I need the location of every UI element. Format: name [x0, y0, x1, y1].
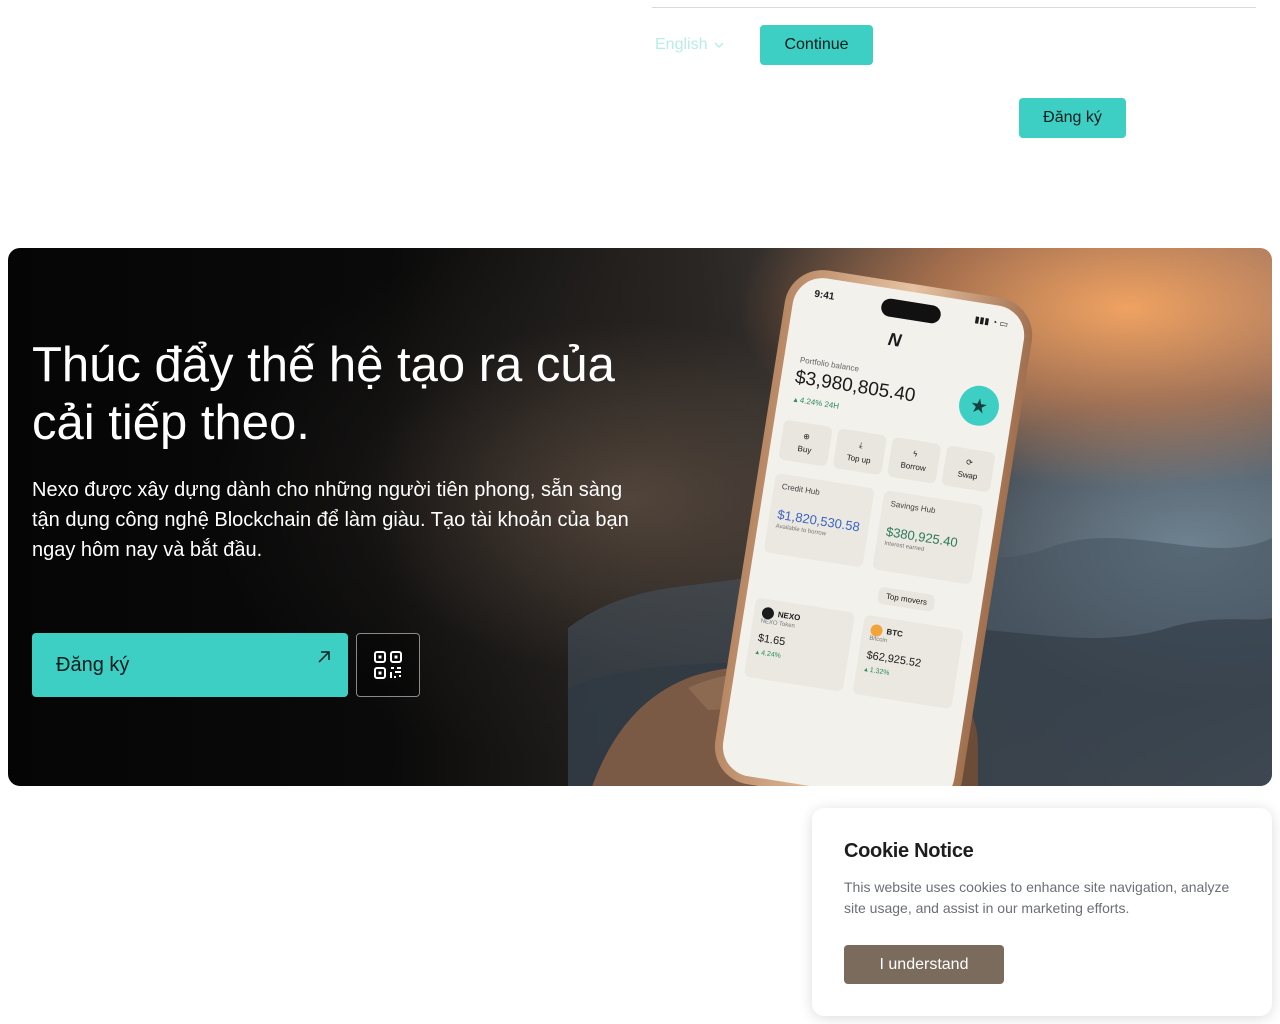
- hero-title: Thúc đẩy thế hệ tạo ra của cải tiếp theo…: [32, 338, 615, 450]
- qr-code-button[interactable]: [356, 633, 420, 697]
- language-select[interactable]: English: [655, 34, 725, 56]
- continue-button[interactable]: Continue: [760, 25, 873, 65]
- bolt-icon: ϟ: [912, 449, 918, 459]
- top-movers-label: Top movers: [876, 586, 937, 613]
- accept-cookies-button[interactable]: I understand: [844, 945, 1004, 984]
- cookie-title: Cookie Notice: [844, 840, 974, 862]
- language-label: English: [655, 36, 708, 53]
- portfolio-change: ▴ 4.24% 24H: [793, 394, 840, 411]
- chevron-down-icon: [714, 42, 724, 48]
- download-icon: ⤓: [858, 440, 864, 450]
- star-icon: ★: [956, 382, 1002, 429]
- borrow-action: ϟ Borrow: [886, 436, 942, 484]
- plus-icon: ⊕: [802, 431, 811, 442]
- qr-code-icon: [374, 651, 402, 679]
- dynamic-island: [879, 297, 943, 325]
- hero-signup-button[interactable]: Đăng ký: [32, 633, 348, 697]
- phone-mockup: 9:41 ▮▮▮ ◔ ▭ N Portfolio balance $3,980,…: [709, 264, 1126, 786]
- signup-header-button[interactable]: Đăng ký: [1019, 98, 1126, 138]
- cookie-text: This website uses cookies to enhance sit…: [844, 879, 1230, 916]
- hero-banner: 9:41 ▮▮▮ ◔ ▭ N Portfolio balance $3,980,…: [8, 248, 1272, 786]
- credit-hub-card: Credit Hub $1,820,530.58 Available to bo…: [763, 472, 875, 568]
- hero-description: Nexo được xây dựng dành cho những người …: [32, 479, 629, 561]
- phone-frame: 9:41 ▮▮▮ ◔ ▭ N Portfolio balance $3,980,…: [709, 264, 1038, 786]
- topup-action: ⤓ Top up: [832, 428, 888, 476]
- savings-hub-card: Savings Hub $380,925.40 Interest earned: [872, 490, 984, 585]
- cookie-notice: Cookie Notice This website uses cookies …: [812, 808, 1272, 1016]
- swap-action: ⟳ Swap: [941, 445, 996, 493]
- buy-action: ⊕ Buy: [778, 419, 833, 467]
- nexo-logo-icon: N: [886, 328, 903, 351]
- coin-card-nexo: NEXO NEXO Token $1.65 ▴ 4.24%: [743, 597, 856, 692]
- phone-status-icons: ▮▮▮ ◔ ▭: [973, 314, 1009, 330]
- phone-screen: 9:41 ▮▮▮ ◔ ▭ N Portfolio balance $3,980,…: [718, 273, 1029, 786]
- arrow-up-right-icon: [318, 651, 330, 663]
- top-divider: [652, 7, 1256, 8]
- phone-time: 9:41: [813, 288, 836, 303]
- coin-card-btc: BTC Bitcoin $62,925.52 ▴ 1.32%: [852, 614, 964, 710]
- hero-signup-label: Đăng ký: [56, 653, 130, 676]
- swap-icon: ⟳: [965, 457, 974, 468]
